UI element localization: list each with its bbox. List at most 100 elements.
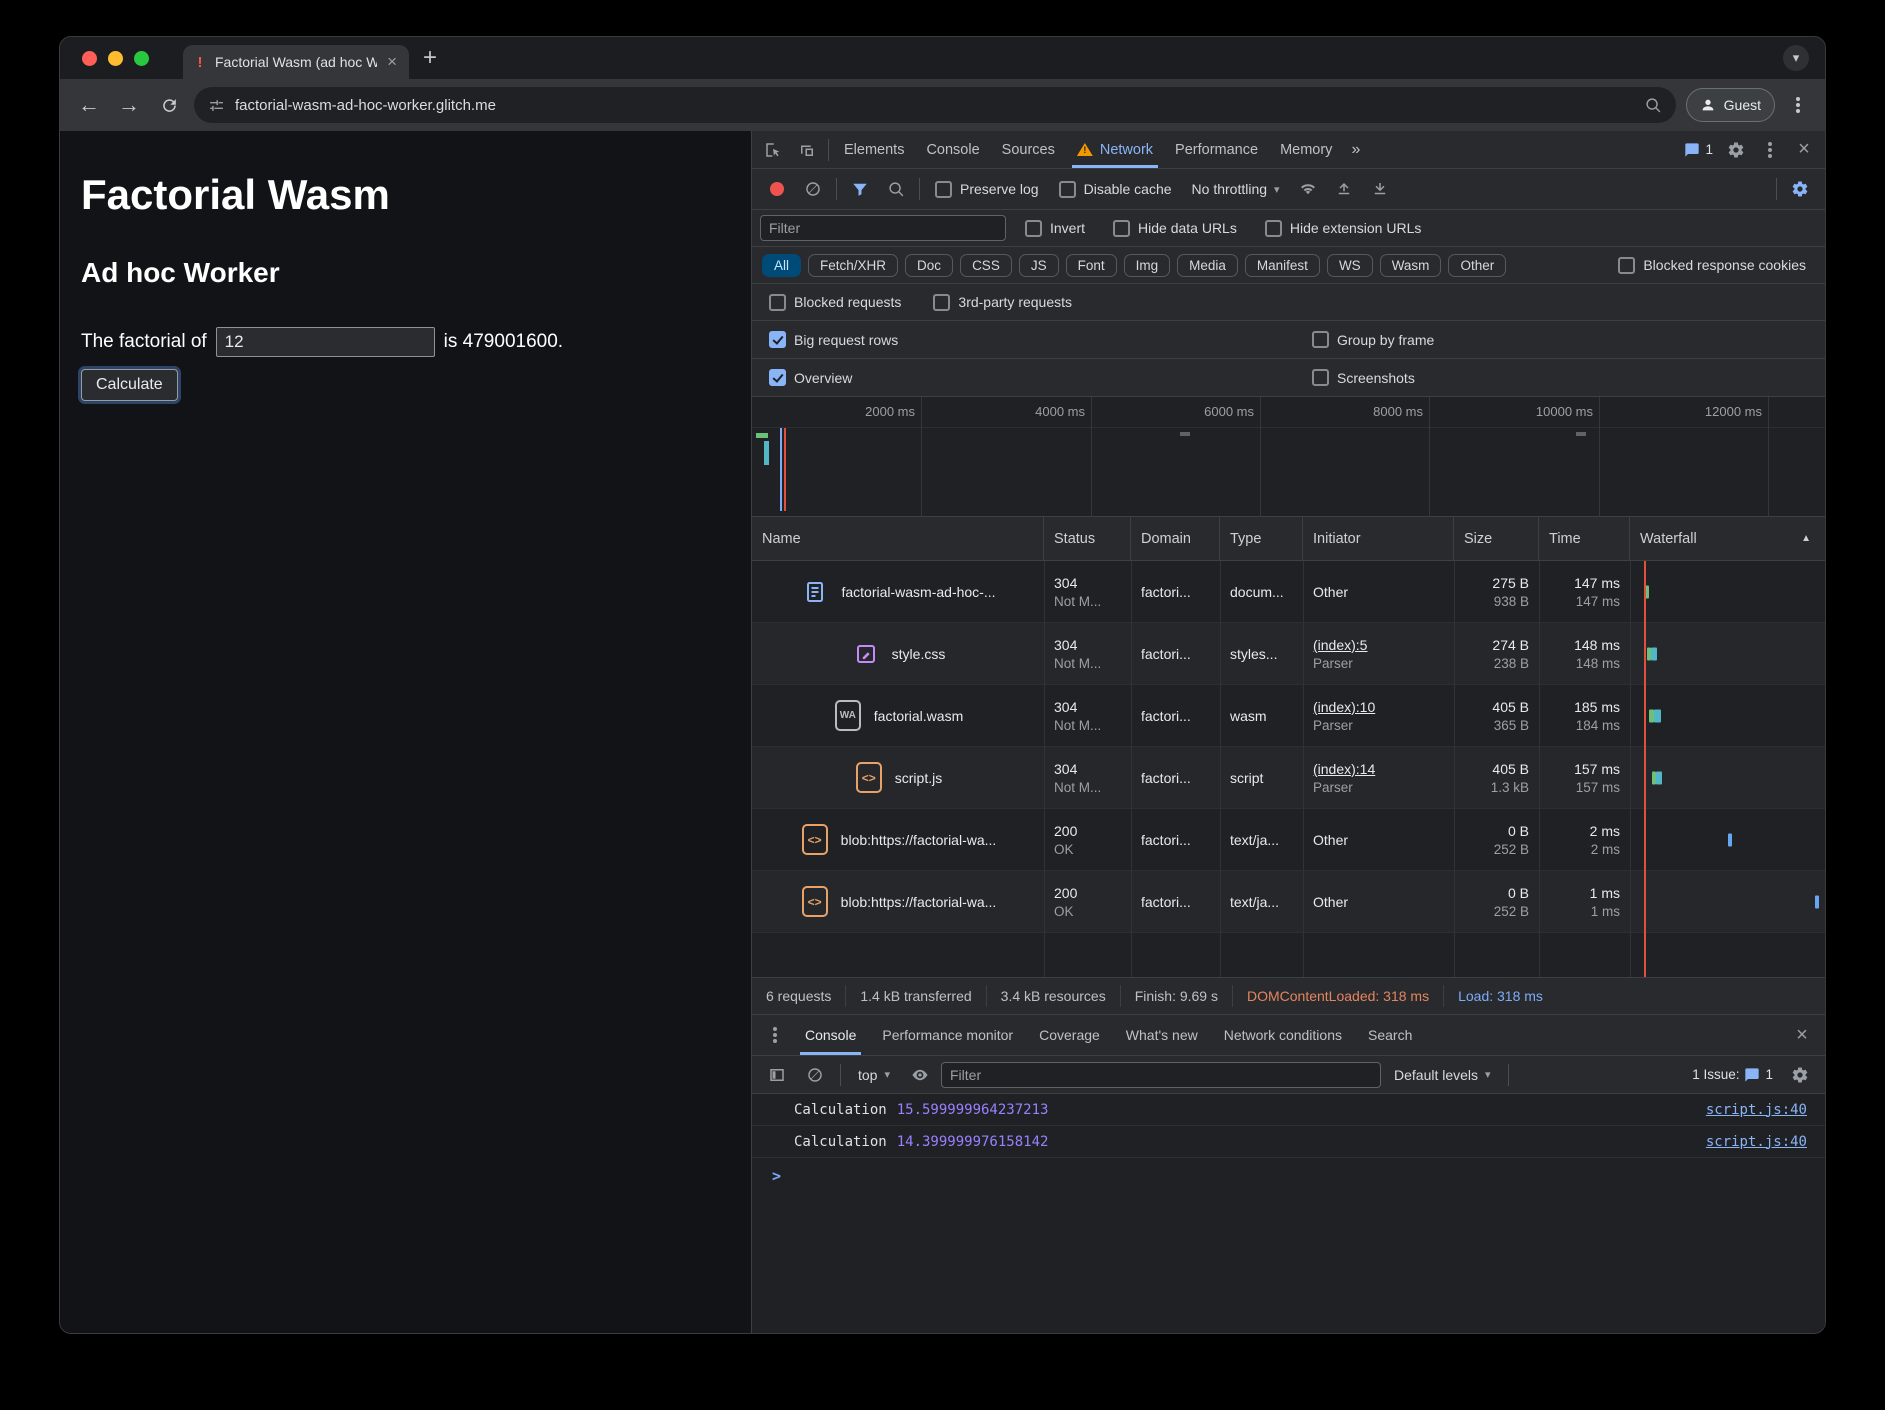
browser-tab[interactable]: ! Factorial Wasm (ad hoc Work ×: [183, 45, 409, 79]
network-conditions-icon[interactable]: [1291, 174, 1325, 204]
table-row[interactable]: <> blob:https://factorial-wa... 200OK fa…: [752, 871, 1825, 933]
filter-chip-doc[interactable]: Doc: [905, 254, 953, 277]
new-tab-button[interactable]: +: [423, 46, 437, 70]
filter-chip-other[interactable]: Other: [1448, 254, 1506, 277]
drawer-tab-network-conditions[interactable]: Network conditions: [1211, 1015, 1355, 1055]
request-name-cell[interactable]: <> script.js: [752, 747, 1044, 808]
table-row[interactable]: <> script.js 304Not M... factori... scri…: [752, 747, 1825, 809]
table-row[interactable]: factorial-wasm-ad-hoc-... 304Not M... fa…: [752, 561, 1825, 623]
window-minimize-button[interactable]: [108, 51, 123, 66]
drawer-tab-performance-monitor[interactable]: Performance monitor: [869, 1015, 1026, 1055]
table-row[interactable]: <> blob:https://factorial-wa... 200OK fa…: [752, 809, 1825, 871]
request-name-cell[interactable]: <> blob:https://factorial-wa...: [752, 871, 1044, 932]
source-link[interactable]: script.js:40: [1706, 1102, 1807, 1118]
inspect-icon[interactable]: [756, 135, 790, 165]
drawer-tab-search[interactable]: Search: [1355, 1015, 1425, 1055]
window-zoom-button[interactable]: [134, 51, 149, 66]
third-party-requests-checkbox[interactable]: 3rd-party requests: [924, 294, 1081, 311]
table-row[interactable]: WA factorial.wasm 304Not M... factori...…: [752, 685, 1825, 747]
console-issues-counter[interactable]: 1 Issue: 1: [1686, 1067, 1779, 1083]
request-name-cell[interactable]: factorial-wasm-ad-hoc-...: [752, 561, 1044, 622]
header-initiator[interactable]: Initiator: [1303, 517, 1454, 560]
calculate-button[interactable]: Calculate: [81, 369, 178, 401]
network-settings-icon[interactable]: [1783, 174, 1817, 204]
window-close-button[interactable]: [82, 51, 97, 66]
zoom-icon[interactable]: [1645, 97, 1662, 114]
header-type[interactable]: Type: [1220, 517, 1303, 560]
group-by-frame-checkbox[interactable]: Group by frame: [1303, 331, 1443, 348]
tab-network[interactable]: ! Network: [1066, 131, 1164, 168]
preserve-log-checkbox[interactable]: Preserve log: [926, 181, 1048, 198]
network-filter-input[interactable]: [760, 215, 1006, 241]
clear-console-icon[interactable]: [798, 1060, 832, 1090]
request-name-cell[interactable]: WA factorial.wasm: [752, 685, 1044, 746]
header-name[interactable]: Name: [752, 517, 1044, 560]
export-har-icon[interactable]: [1363, 174, 1397, 204]
screenshots-checkbox[interactable]: Screenshots: [1303, 369, 1424, 386]
overview-checkbox[interactable]: Overview: [760, 369, 861, 386]
disable-cache-checkbox[interactable]: Disable cache: [1050, 181, 1181, 198]
request-name-cell[interactable]: style.css: [752, 623, 1044, 684]
console-settings-icon[interactable]: [1783, 1060, 1817, 1090]
console-filter-input[interactable]: [941, 1062, 1381, 1088]
drawer-close-icon[interactable]: ×: [1785, 1020, 1819, 1050]
back-button[interactable]: ←: [74, 92, 104, 118]
header-time[interactable]: Time: [1539, 517, 1630, 560]
log-levels-select[interactable]: Default levels ▾: [1385, 1067, 1500, 1083]
issues-counter[interactable]: 1: [1678, 142, 1719, 158]
header-waterfall[interactable]: Waterfall ▲: [1630, 517, 1825, 560]
console-prompt[interactable]: >: [752, 1158, 1825, 1185]
import-har-icon[interactable]: [1327, 174, 1361, 204]
context-select[interactable]: top ▾: [849, 1067, 899, 1083]
table-row[interactable]: style.css 304Not M... factori... styles.…: [752, 623, 1825, 685]
device-toolbar-icon[interactable]: [790, 135, 824, 165]
filter-chip-all[interactable]: All: [762, 254, 801, 277]
initiator-link[interactable]: (index):10: [1313, 699, 1444, 715]
console-sidebar-icon[interactable]: [760, 1060, 794, 1090]
header-status[interactable]: Status: [1044, 517, 1131, 560]
drawer-tab-console[interactable]: Console: [792, 1015, 869, 1055]
drawer-tab-coverage[interactable]: Coverage: [1026, 1015, 1113, 1055]
invert-checkbox[interactable]: Invert: [1016, 220, 1094, 237]
tab-performance[interactable]: Performance: [1164, 131, 1269, 168]
filter-chip-manifest[interactable]: Manifest: [1245, 254, 1320, 277]
tab-search-chevron-icon[interactable]: ▾: [1783, 45, 1809, 71]
header-size[interactable]: Size: [1454, 517, 1539, 560]
filter-chip-js[interactable]: JS: [1019, 254, 1059, 277]
network-overview-timeline[interactable]: 2000 ms 4000 ms 6000 ms 8000 ms 10000 ms…: [752, 397, 1825, 517]
request-name-cell[interactable]: <> blob:https://factorial-wa...: [752, 809, 1044, 870]
devtools-close-icon[interactable]: ×: [1787, 135, 1821, 165]
big-request-rows-checkbox[interactable]: Big request rows: [760, 331, 907, 348]
filter-chip-font[interactable]: Font: [1066, 254, 1117, 277]
eye-icon[interactable]: [903, 1060, 937, 1090]
tab-memory[interactable]: Memory: [1269, 131, 1343, 168]
filter-chip-ws[interactable]: WS: [1327, 254, 1373, 277]
filter-chip-fetch-xhr[interactable]: Fetch/XHR: [808, 254, 898, 277]
hide-data-urls-checkbox[interactable]: Hide data URLs: [1104, 220, 1246, 237]
filter-chip-css[interactable]: CSS: [960, 254, 1012, 277]
blocked-response-cookies-checkbox[interactable]: Blocked response cookies: [1609, 257, 1815, 274]
browser-menu-button[interactable]: [1785, 92, 1811, 118]
filter-funnel-icon[interactable]: [843, 174, 877, 204]
blocked-requests-checkbox[interactable]: Blocked requests: [760, 294, 910, 311]
address-bar[interactable]: factorial-wasm-ad-hoc-worker.glitch.me: [194, 87, 1676, 123]
throttling-select[interactable]: No throttling ▾: [1183, 181, 1289, 197]
initiator-link[interactable]: (index):14: [1313, 761, 1444, 777]
drawer-tab-whats-new[interactable]: What's new: [1113, 1015, 1211, 1055]
record-button[interactable]: [760, 174, 794, 204]
source-link[interactable]: script.js:40: [1706, 1134, 1807, 1150]
hide-extension-urls-checkbox[interactable]: Hide extension URLs: [1256, 220, 1431, 237]
header-domain[interactable]: Domain: [1131, 517, 1220, 560]
forward-button[interactable]: →: [114, 92, 144, 118]
tab-console[interactable]: Console: [915, 131, 990, 168]
filter-chip-img[interactable]: Img: [1124, 254, 1171, 277]
tab-sources[interactable]: Sources: [991, 131, 1066, 168]
filter-chip-wasm[interactable]: Wasm: [1380, 254, 1442, 277]
filter-chip-media[interactable]: Media: [1177, 254, 1238, 277]
clear-icon[interactable]: [796, 174, 830, 204]
reload-button[interactable]: [154, 96, 184, 115]
tab-elements[interactable]: Elements: [833, 131, 915, 168]
devtools-menu-icon[interactable]: [1753, 135, 1787, 165]
initiator-link[interactable]: (index):5: [1313, 637, 1444, 653]
devtools-settings-icon[interactable]: [1719, 135, 1753, 165]
